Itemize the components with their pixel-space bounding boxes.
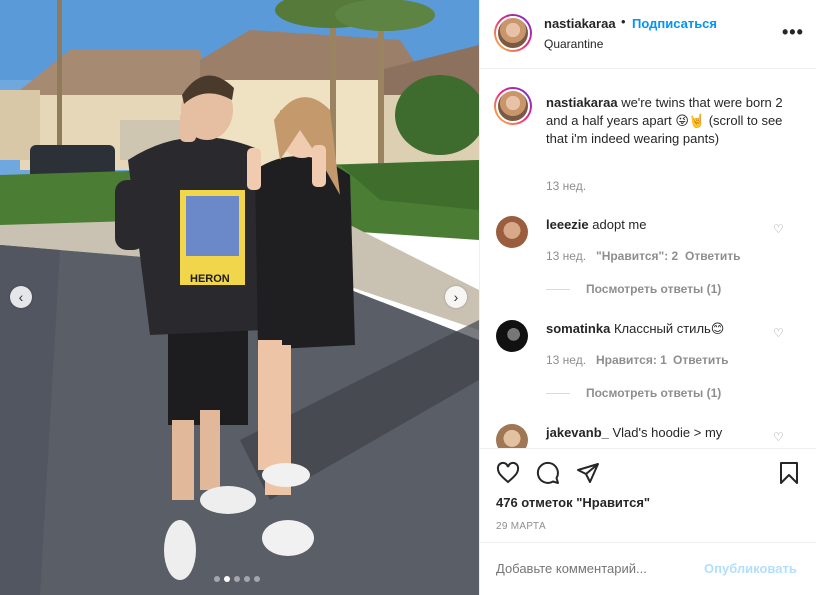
post-date[interactable]: 29 МАРТА	[496, 521, 546, 532]
hoodie-print: HERON	[190, 273, 230, 285]
carousel-indicator	[214, 576, 260, 582]
comment-like-icon[interactable]: ♡	[773, 430, 784, 444]
comment-username[interactable]: somatinka	[546, 321, 610, 336]
view-replies-button[interactable]: Посмотреть ответы (1)	[586, 282, 721, 296]
follow-button[interactable]: Подписаться	[632, 16, 717, 31]
post-location[interactable]: Quarantine	[544, 37, 603, 51]
comment-time[interactable]: 13 нед.	[546, 353, 586, 367]
post-header: nastiakaraa • Подписаться Quarantine •••	[480, 0, 816, 69]
reply-button[interactable]: Ответить	[673, 353, 728, 367]
comment-likes[interactable]: Нравится: 1	[596, 353, 667, 367]
comment-input[interactable]	[496, 561, 686, 576]
caption: nastiakaraa we're twins that were born 2…	[546, 94, 796, 148]
post-actions: 476 отметок "Нравится" 29 МАРТА	[480, 448, 816, 538]
carousel-dot	[244, 576, 250, 582]
chevron-right-icon: ›	[453, 289, 459, 305]
carousel-dot	[234, 576, 240, 582]
carousel-prev-button[interactable]: ‹	[10, 286, 32, 308]
comment-item: leeezie adopt me	[546, 216, 646, 234]
carousel-dot-active	[224, 576, 230, 582]
comment-username[interactable]: leeezie	[546, 217, 589, 232]
caption-time[interactable]: 13 нед.	[546, 179, 586, 193]
comment-text: adopt me	[592, 217, 647, 232]
comment-bubble-icon[interactable]	[536, 461, 560, 485]
comments-list[interactable]: nastiakaraa we're twins that were born 2…	[480, 70, 816, 448]
chevron-left-icon: ‹	[18, 289, 24, 305]
likes-count[interactable]: 476 отметок "Нравится"	[496, 495, 650, 510]
comment-item: jakevanb_ Vlad's hoodie > my	[546, 424, 722, 442]
comment-like-icon[interactable]: ♡	[773, 222, 784, 236]
caption-username[interactable]: nastiakaraa	[546, 95, 618, 110]
carousel-next-button[interactable]: ›	[445, 286, 467, 308]
author-avatar[interactable]	[494, 14, 532, 52]
comment-item: somatinka Классный стиль😊	[546, 320, 724, 338]
comment-time[interactable]: 13 нед.	[546, 249, 586, 263]
carousel-dot	[214, 576, 220, 582]
share-send-icon[interactable]	[576, 461, 600, 485]
comment-text: Vlad's hoodie > my	[612, 425, 723, 440]
view-replies-button[interactable]: Посмотреть ответы (1)	[586, 386, 721, 400]
comment-username[interactable]: jakevanb_	[546, 425, 609, 440]
more-options-icon[interactable]: •••	[782, 22, 804, 43]
caption-avatar[interactable]	[494, 87, 532, 125]
comment-likes[interactable]: "Нравится": 2	[596, 249, 678, 263]
post-side-panel: nastiakaraa • Подписаться Quarantine •••…	[479, 0, 816, 595]
author-username[interactable]: nastiakaraa	[544, 16, 616, 31]
post-photo[interactable]: HERON ‹ ›	[0, 0, 479, 595]
replies-divider	[546, 289, 570, 290]
comment-avatar[interactable]	[496, 424, 528, 448]
comment-like-icon[interactable]: ♡	[773, 326, 784, 340]
comment-text: Классный стиль😊	[613, 321, 725, 336]
photo-illustration: HERON	[0, 0, 479, 595]
add-comment-bar: Опубликовать	[480, 542, 816, 595]
replies-divider	[546, 393, 570, 394]
reply-button[interactable]: Ответить	[685, 249, 740, 263]
comment-avatar[interactable]	[496, 216, 528, 248]
like-heart-icon[interactable]	[496, 461, 520, 485]
header-separator: •	[621, 14, 626, 29]
comment-avatar[interactable]	[496, 320, 528, 352]
carousel-dot	[254, 576, 260, 582]
save-bookmark-icon[interactable]	[778, 461, 800, 485]
publish-button[interactable]: Опубликовать	[704, 561, 797, 576]
